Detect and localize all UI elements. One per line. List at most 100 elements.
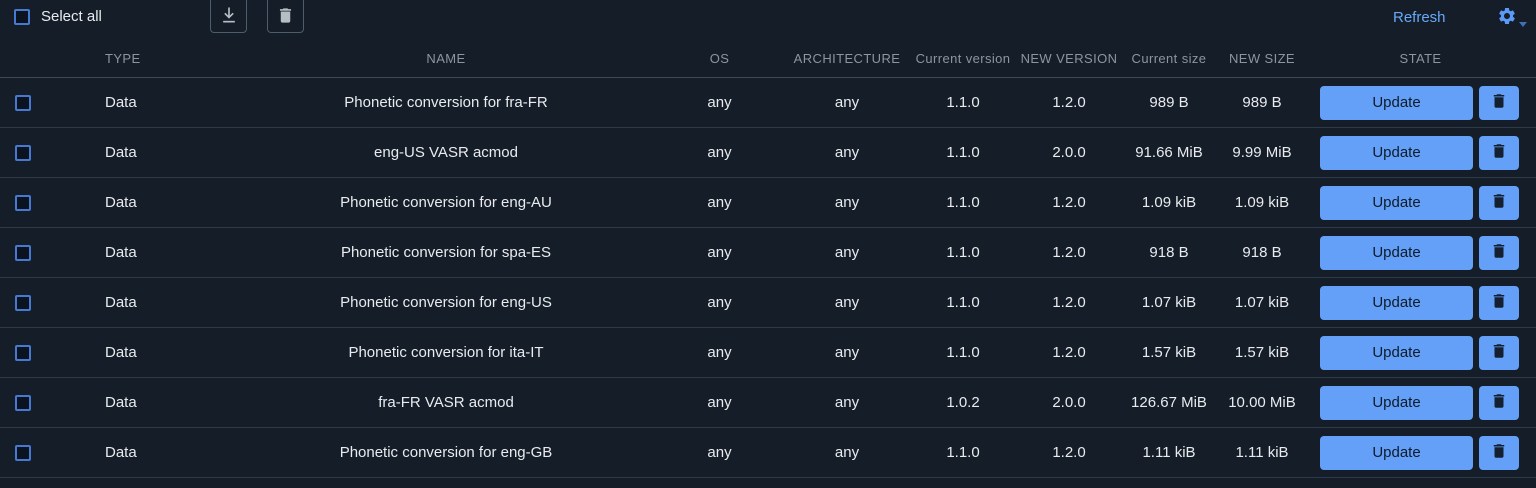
header-new-size: NEW SIZE bbox=[1219, 40, 1305, 77]
delete-button[interactable] bbox=[1479, 286, 1519, 320]
table-body: Data Phonetic conversion for fra-FR any … bbox=[0, 78, 1536, 478]
table-row: Data Phonetic conversion for ita-IT any … bbox=[0, 328, 1536, 378]
architecture-cell: any bbox=[787, 178, 907, 227]
delete-button[interactable] bbox=[1479, 436, 1519, 470]
bulk-delete-button[interactable] bbox=[267, 0, 304, 33]
select-all-checkbox[interactable] bbox=[14, 9, 30, 25]
os-cell: any bbox=[652, 228, 787, 277]
architecture-cell: any bbox=[787, 278, 907, 327]
trash-icon bbox=[1490, 142, 1508, 163]
type-cell: Data bbox=[90, 428, 240, 477]
header-type: TYPE bbox=[90, 40, 240, 77]
os-cell: any bbox=[652, 378, 787, 427]
update-button[interactable]: Update bbox=[1320, 86, 1473, 120]
row-checkbox[interactable] bbox=[15, 145, 31, 161]
chevron-down-icon bbox=[1518, 21, 1528, 28]
gear-icon bbox=[1497, 6, 1517, 26]
table-row: Data Phonetic conversion for eng-GB any … bbox=[0, 428, 1536, 478]
delete-button[interactable] bbox=[1479, 186, 1519, 220]
table-row: Data Phonetic conversion for spa-ES any … bbox=[0, 228, 1536, 278]
update-button[interactable]: Update bbox=[1320, 136, 1473, 170]
os-cell: any bbox=[652, 328, 787, 377]
download-icon bbox=[219, 5, 239, 25]
update-button[interactable]: Update bbox=[1320, 236, 1473, 270]
new-size-cell: 989 B bbox=[1219, 78, 1305, 127]
delete-button[interactable] bbox=[1479, 336, 1519, 370]
delete-button[interactable] bbox=[1479, 386, 1519, 420]
architecture-cell: any bbox=[787, 328, 907, 377]
type-cell: Data bbox=[90, 128, 240, 177]
select-all[interactable]: Select all bbox=[14, 8, 102, 25]
row-checkbox[interactable] bbox=[15, 395, 31, 411]
header-checkbox-spacer bbox=[0, 40, 90, 77]
table-row: Data Phonetic conversion for fra-FR any … bbox=[0, 78, 1536, 128]
header-new-version: NEW VERSION bbox=[1019, 40, 1119, 77]
architecture-cell: any bbox=[787, 128, 907, 177]
new-version-cell: 1.2.0 bbox=[1019, 78, 1119, 127]
current-version-cell: 1.1.0 bbox=[907, 428, 1019, 477]
trash-icon bbox=[1490, 442, 1508, 463]
architecture-cell: any bbox=[787, 378, 907, 427]
update-button[interactable]: Update bbox=[1320, 186, 1473, 220]
os-cell: any bbox=[652, 78, 787, 127]
architecture-cell: any bbox=[787, 228, 907, 277]
delete-button[interactable] bbox=[1479, 236, 1519, 270]
settings-menu-button[interactable] bbox=[1497, 6, 1528, 26]
type-cell: Data bbox=[90, 178, 240, 227]
name-cell: Phonetic conversion for fra-FR bbox=[240, 78, 652, 127]
current-size-cell: 989 B bbox=[1119, 78, 1219, 127]
header-os: OS bbox=[652, 40, 787, 77]
state-cell: Update bbox=[1305, 228, 1536, 277]
current-size-cell: 91.66 MiB bbox=[1119, 128, 1219, 177]
update-button[interactable]: Update bbox=[1320, 386, 1473, 420]
toolbar: Select all Refresh bbox=[0, 0, 1536, 40]
download-button[interactable] bbox=[210, 0, 247, 33]
delete-button[interactable] bbox=[1479, 86, 1519, 120]
current-size-cell: 918 B bbox=[1119, 228, 1219, 277]
current-version-cell: 1.1.0 bbox=[907, 278, 1019, 327]
header-current-size: Current size bbox=[1119, 40, 1219, 77]
type-cell: Data bbox=[90, 378, 240, 427]
trash-icon bbox=[1490, 392, 1508, 413]
current-size-cell: 1.09 kiB bbox=[1119, 178, 1219, 227]
new-version-cell: 1.2.0 bbox=[1019, 178, 1119, 227]
table-row: Data eng-US VASR acmod any any 1.1.0 2.0… bbox=[0, 128, 1536, 178]
update-button[interactable]: Update bbox=[1320, 336, 1473, 370]
table-row: Data Phonetic conversion for eng-AU any … bbox=[0, 178, 1536, 228]
new-version-cell: 1.2.0 bbox=[1019, 328, 1119, 377]
row-checkbox[interactable] bbox=[15, 195, 31, 211]
state-cell: Update bbox=[1305, 378, 1536, 427]
update-button[interactable]: Update bbox=[1320, 436, 1473, 470]
row-checkbox[interactable] bbox=[15, 295, 31, 311]
current-version-cell: 1.0.2 bbox=[907, 378, 1019, 427]
type-cell: Data bbox=[90, 228, 240, 277]
header-current-version: Current version bbox=[907, 40, 1019, 77]
trash-icon bbox=[1490, 242, 1508, 263]
trash-icon bbox=[1490, 342, 1508, 363]
update-button[interactable]: Update bbox=[1320, 286, 1473, 320]
name-cell: Phonetic conversion for eng-US bbox=[240, 278, 652, 327]
new-size-cell: 1.57 kiB bbox=[1219, 328, 1305, 377]
row-checkbox[interactable] bbox=[15, 345, 31, 361]
row-checkbox[interactable] bbox=[15, 95, 31, 111]
current-version-cell: 1.1.0 bbox=[907, 128, 1019, 177]
new-size-cell: 918 B bbox=[1219, 228, 1305, 277]
os-cell: any bbox=[652, 428, 787, 477]
type-cell: Data bbox=[90, 328, 240, 377]
new-size-cell: 9.99 MiB bbox=[1219, 128, 1305, 177]
delete-button[interactable] bbox=[1479, 136, 1519, 170]
type-cell: Data bbox=[90, 278, 240, 327]
state-cell: Update bbox=[1305, 328, 1536, 377]
current-size-cell: 1.07 kiB bbox=[1119, 278, 1219, 327]
name-cell: fra-FR VASR acmod bbox=[240, 378, 652, 427]
trash-icon bbox=[1490, 92, 1508, 113]
current-version-cell: 1.1.0 bbox=[907, 228, 1019, 277]
architecture-cell: any bbox=[787, 78, 907, 127]
row-checkbox[interactable] bbox=[15, 445, 31, 461]
row-checkbox[interactable] bbox=[15, 245, 31, 261]
refresh-button[interactable]: Refresh bbox=[1393, 9, 1446, 26]
new-version-cell: 2.0.0 bbox=[1019, 128, 1119, 177]
architecture-cell: any bbox=[787, 428, 907, 477]
os-cell: any bbox=[652, 278, 787, 327]
name-cell: Phonetic conversion for eng-GB bbox=[240, 428, 652, 477]
